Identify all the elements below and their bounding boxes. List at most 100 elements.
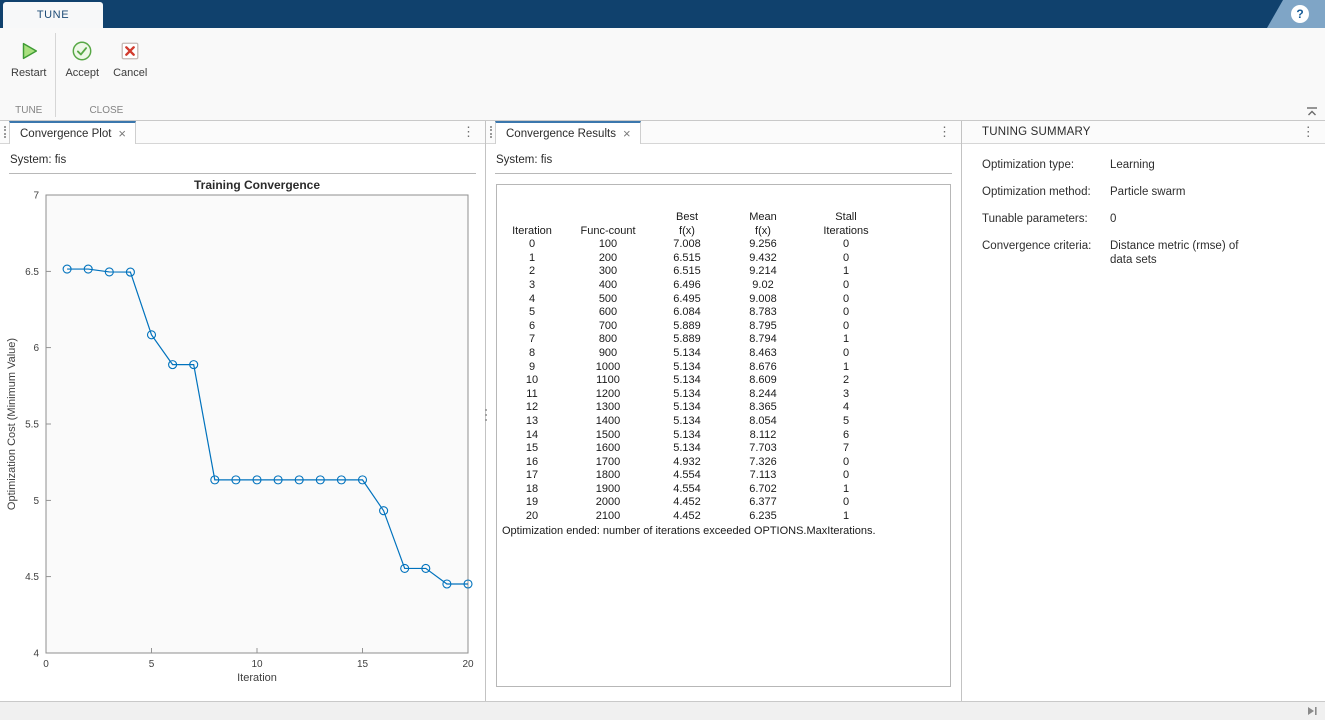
results-cell: 1	[807, 333, 885, 347]
results-cell: 1	[807, 483, 885, 497]
panel-menu-icon[interactable]: ⋮	[928, 121, 961, 143]
results-cell: 20	[503, 510, 561, 524]
results-cell: 500	[561, 293, 655, 307]
svg-text:6.5: 6.5	[25, 267, 39, 278]
accept-button-label: Accept	[65, 67, 99, 79]
results-cell: 600	[561, 306, 655, 320]
summary-row: Optimization type: Learning	[982, 158, 1315, 172]
summary-menu-icon[interactable]: ⋮	[1292, 124, 1325, 140]
summary-rows: Optimization type: Learning Optimization…	[962, 144, 1325, 280]
results-row: 910005.1348.6761	[503, 361, 885, 375]
help-icon[interactable]: ?	[1291, 5, 1309, 23]
convergence-results-panel: Convergence Results × ⋮ System: fis Best…	[486, 121, 962, 701]
results-cell: 5.134	[655, 401, 719, 415]
collapse-toolstrip-icon[interactable]	[1306, 107, 1318, 117]
results-cell: 1	[503, 252, 561, 266]
results-cell: 13	[503, 415, 561, 429]
system-label: System: fis	[486, 144, 961, 167]
results-cell: 11	[503, 388, 561, 402]
svg-text:20: 20	[462, 659, 474, 670]
results-header-cell	[561, 211, 655, 225]
close-tab-icon[interactable]: ×	[623, 127, 631, 140]
results-cell: 1000	[561, 361, 655, 375]
summary-label: Optimization method:	[982, 185, 1110, 199]
results-row: 1718004.5547.1130	[503, 469, 885, 483]
svg-text:Training Convergence: Training Convergence	[194, 178, 320, 192]
results-row: 45006.4959.0080	[503, 293, 885, 307]
summary-value: Learning	[1110, 158, 1260, 172]
results-cell: 8.244	[719, 388, 807, 402]
results-cell: 1900	[561, 483, 655, 497]
results-cell: 5.134	[655, 374, 719, 388]
results-cell: 16	[503, 456, 561, 470]
close-tab-icon[interactable]: ×	[118, 127, 126, 140]
results-cell: 8.794	[719, 333, 807, 347]
results-header-cell	[503, 211, 561, 225]
restart-button[interactable]: Restart	[4, 35, 53, 83]
results-cell: 800	[561, 333, 655, 347]
results-tab-bar: Convergence Results × ⋮	[486, 121, 961, 144]
svg-text:0: 0	[43, 659, 49, 670]
results-cell: 9.214	[719, 265, 807, 279]
results-cell: 5.134	[655, 347, 719, 361]
tab-convergence-plot[interactable]: Convergence Plot ×	[9, 121, 136, 144]
results-cell: 2000	[561, 496, 655, 510]
results-row: 1415005.1348.1126	[503, 429, 885, 443]
results-row: 1011005.1348.6092	[503, 374, 885, 388]
results-cell: 0	[807, 496, 885, 510]
summary-label: Tunable parameters:	[982, 212, 1110, 226]
results-row: 12006.5159.4320	[503, 252, 885, 266]
results-cell: 2	[807, 374, 885, 388]
tab-label: Convergence Results	[506, 128, 616, 140]
summary-label: Optimization type:	[982, 158, 1110, 172]
results-cell: 6.515	[655, 265, 719, 279]
svg-text:5: 5	[149, 659, 155, 670]
results-row: 56006.0848.7830	[503, 306, 885, 320]
results-cell: 6.702	[719, 483, 807, 497]
plot-tab-bar: Convergence Plot × ⋮	[0, 121, 485, 144]
results-row: 1617004.9327.3260	[503, 456, 885, 470]
results-cell: 6.235	[719, 510, 807, 524]
drag-grip-icon[interactable]	[486, 121, 495, 143]
results-cell: 1400	[561, 415, 655, 429]
cancel-button[interactable]: Cancel	[106, 35, 154, 83]
panel-menu-icon[interactable]: ⋮	[452, 121, 485, 143]
results-row: 78005.8898.7941	[503, 333, 885, 347]
results-cell: 15	[503, 442, 561, 456]
summary-row: Tunable parameters: 0	[982, 212, 1315, 226]
results-row: 01007.0089.2560	[503, 238, 885, 252]
results-row: 1516005.1347.7037	[503, 442, 885, 456]
results-header-cell: Mean	[719, 211, 807, 225]
results-row: 1920004.4526.3770	[503, 496, 885, 510]
results-cell: 1	[807, 265, 885, 279]
app-window: TUNE ? Restart TUNE	[0, 0, 1325, 720]
toolbar-section-label-close: CLOSE	[58, 103, 154, 120]
toolstrip-tab-bar: TUNE ?	[0, 0, 1325, 28]
svg-text:6: 6	[33, 343, 39, 354]
results-cell: 14	[503, 429, 561, 443]
results-cell: 5	[503, 306, 561, 320]
cancel-button-label: Cancel	[113, 67, 147, 79]
results-header-cell: Stall	[807, 211, 885, 225]
tuning-summary-header: TUNING SUMMARY ⋮	[962, 121, 1325, 144]
tab-convergence-results[interactable]: Convergence Results ×	[495, 121, 641, 144]
results-cell: 4.452	[655, 510, 719, 524]
skip-to-end-icon[interactable]	[1306, 706, 1318, 716]
results-cell: 8.609	[719, 374, 807, 388]
drag-grip-icon[interactable]	[0, 121, 9, 143]
accept-button[interactable]: Accept	[58, 35, 106, 83]
help-wedge: ?	[1267, 0, 1325, 28]
panel-splitter-handle[interactable]	[482, 399, 489, 431]
tab-tune[interactable]: TUNE	[3, 2, 103, 28]
results-cell: 12	[503, 401, 561, 415]
training-convergence-chart: 0510152044.555.566.57Training Convergenc…	[0, 176, 486, 700]
results-row: 1213005.1348.3654	[503, 401, 885, 415]
summary-value: 0	[1110, 212, 1260, 226]
results-cell: 6	[503, 320, 561, 334]
svg-text:4: 4	[33, 649, 39, 660]
toolbar: Restart TUNE Accept Cancel	[0, 28, 1325, 121]
results-cell: 1100	[561, 374, 655, 388]
results-cell: 2100	[561, 510, 655, 524]
results-cell: 10	[503, 374, 561, 388]
results-cell: 9.02	[719, 279, 807, 293]
